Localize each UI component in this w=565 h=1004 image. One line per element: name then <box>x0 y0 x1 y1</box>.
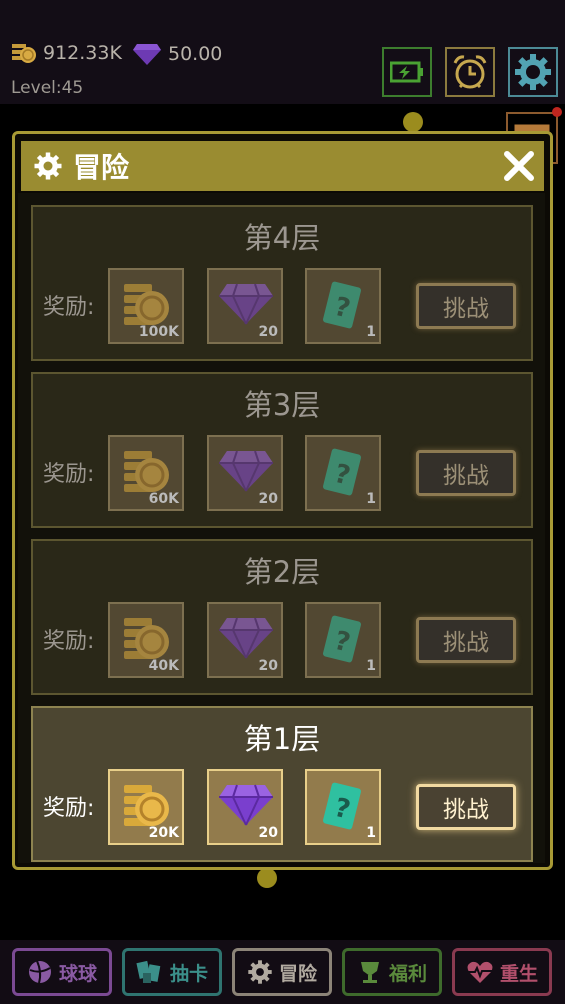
nav-label: 福利 <box>388 962 427 985</box>
trophy-icon <box>360 962 379 983</box>
floor-card: 第3层 奖励: 60K 20? 1 挑战 <box>31 372 533 528</box>
bottom-nav: 球球 抽卡 冒险 福利 重生 <box>0 940 565 1004</box>
nav-label: 冒险 <box>278 962 317 985</box>
coin-counter: 912.33K <box>11 42 122 64</box>
gear-icon <box>248 960 272 984</box>
reward-slot-card: ? 1 <box>305 435 381 511</box>
floor-title: 第3层 <box>243 388 321 422</box>
nav-draw-card-button[interactable]: 抽卡 <box>122 948 222 996</box>
gem-icon <box>219 617 273 659</box>
gem-counter: 50.00 <box>132 42 222 66</box>
gem-icon <box>219 283 273 325</box>
player-level: Level:45 <box>11 78 84 98</box>
challenge-button[interactable]: 挑战 <box>416 617 516 663</box>
reward-quantity: 40K <box>148 658 179 674</box>
mystery-card-icon: ? <box>323 615 361 663</box>
reward-quantity: 1 <box>366 825 376 841</box>
gem-icon <box>219 784 273 826</box>
cards-icon <box>136 960 161 983</box>
reward-slot-card: ? 1 <box>305 769 381 845</box>
gem-icon <box>133 44 161 65</box>
challenge-button[interactable]: 挑战 <box>416 784 516 830</box>
reward-slot-coins: 100K <box>108 268 184 344</box>
coin-amount: 912.33K <box>43 42 122 64</box>
background-ball <box>257 868 277 888</box>
coin-stack-icon <box>124 284 169 325</box>
reward-slot-coins: 40K <box>108 602 184 678</box>
reward-quantity: 60K <box>148 491 179 507</box>
alarm-button[interactable] <box>445 47 495 97</box>
reward-slot-card: ? 1 <box>305 602 381 678</box>
reward-slot-gems: 20 <box>207 769 283 845</box>
floor-title: 第2层 <box>243 555 321 589</box>
reward-quantity: 1 <box>366 324 376 340</box>
reward-slot-coins: 60K <box>108 435 184 511</box>
floor-card: 第2层 奖励: 40K 20? 1 挑战 <box>31 539 533 695</box>
reward-label: 奖励: <box>43 796 95 821</box>
floor-card: 第1层 奖励: 20K 20? 1 挑战 <box>31 706 533 862</box>
floor-title: 第4层 <box>243 221 321 255</box>
gem-amount: 50.00 <box>168 43 223 65</box>
reward-quantity: 20 <box>258 658 278 674</box>
coin-stack-icon <box>124 451 169 492</box>
reward-slot-card: ? 1 <box>305 268 381 344</box>
nav-label: 球球 <box>58 962 97 985</box>
reward-quantity: 1 <box>366 491 376 507</box>
nav-label: 重生 <box>499 962 538 985</box>
coin-stack-icon <box>124 785 169 826</box>
reward-quantity: 1 <box>366 658 376 674</box>
battery-icon <box>390 61 423 83</box>
challenge-button[interactable]: 挑战 <box>416 450 516 496</box>
nav-balls-button[interactable]: 球球 <box>12 948 112 996</box>
close-icon[interactable] <box>502 149 536 183</box>
mystery-card-icon: ? <box>323 782 361 830</box>
settings-button[interactable] <box>508 47 558 97</box>
ball-icon <box>28 960 51 984</box>
mystery-card-icon: ? <box>323 448 361 496</box>
reward-slot-gems: 20 <box>207 435 283 511</box>
heart-pulse-icon <box>467 961 493 983</box>
reward-quantity: 20K <box>148 825 179 841</box>
floor-card: 第4层 奖励: 100K 20? 1 挑战 <box>31 205 533 361</box>
gear-icon <box>515 54 551 90</box>
reward-slot-gems: 20 <box>207 602 283 678</box>
gear-icon <box>34 152 62 180</box>
reward-quantity: 20 <box>258 825 278 841</box>
reward-quantity: 100K <box>138 324 179 340</box>
coin-stack-icon <box>124 618 169 659</box>
nav-label: 抽卡 <box>169 962 208 985</box>
coin-stack-icon <box>12 44 36 63</box>
nav-welfare-button[interactable]: 福利 <box>342 948 442 996</box>
reward-label: 奖励: <box>43 295 95 320</box>
reward-quantity: 20 <box>258 324 278 340</box>
reward-label: 奖励: <box>43 462 95 487</box>
reward-label: 奖励: <box>43 629 95 654</box>
alarm-clock-icon <box>453 55 487 89</box>
reward-slot-coins: 20K <box>108 769 184 845</box>
notification-dot <box>552 107 562 117</box>
battery-button[interactable] <box>382 47 432 97</box>
reward-slot-gems: 20 <box>207 268 283 344</box>
gem-icon <box>219 450 273 492</box>
dialog-title: 冒险 <box>73 151 130 184</box>
background-ball <box>403 112 423 132</box>
reward-quantity: 20 <box>258 491 278 507</box>
nav-rebirth-button[interactable]: 重生 <box>452 948 552 996</box>
adventure-dialog-header: 冒险 <box>21 141 544 191</box>
nav-adventure-button[interactable]: 冒险 <box>232 948 332 996</box>
challenge-button[interactable]: 挑战 <box>416 283 516 329</box>
mystery-card-icon: ? <box>323 281 361 329</box>
floor-title: 第1层 <box>243 722 321 756</box>
